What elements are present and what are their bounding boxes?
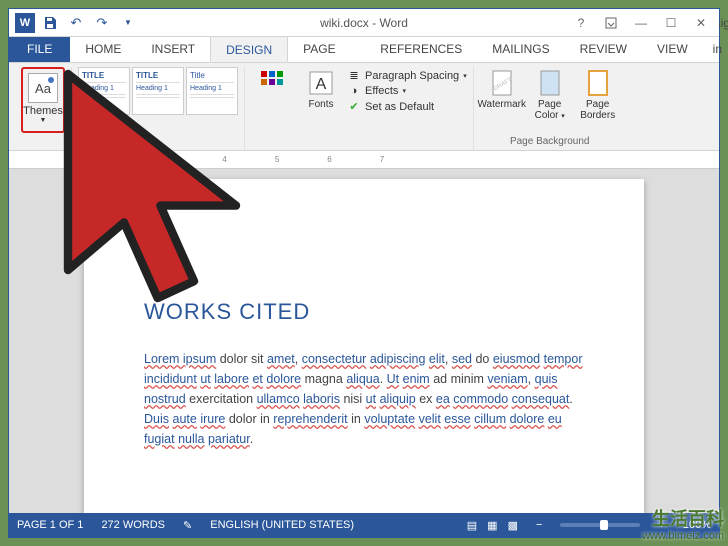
help-button[interactable]: ?: [567, 11, 595, 35]
fonts-icon: A: [305, 67, 337, 99]
web-layout-icon[interactable]: ▩: [508, 519, 518, 532]
colors-icon: [257, 67, 289, 99]
paragraph-spacing-button[interactable]: ≣Paragraph Spacing ▾: [347, 69, 467, 82]
window-controls: ? — ☐ ✕: [567, 11, 719, 35]
tab-review[interactable]: REVIEW: [565, 36, 642, 62]
word-count[interactable]: 272 WORDS: [101, 519, 165, 531]
themes-group: Aa Themes ▼: [15, 67, 72, 150]
document-heading[interactable]: WORKS CITED: [144, 299, 584, 325]
style-gallery[interactable]: TITLEHeading 1 TITLEHeading 1 TitleHeadi…: [78, 67, 238, 115]
gallery-item[interactable]: TITLEHeading 1: [78, 67, 130, 115]
ribbon: Aa Themes ▼ TITLEHeading 1 TITLEHeading …: [9, 63, 719, 151]
paragraph-spacing-icon: ≣: [347, 69, 361, 82]
view-switcher: ▤ ▦ ▩: [467, 519, 518, 532]
ribbon-tabs: FILE HOME INSERT DESIGN PAGE LAYOUT REFE…: [9, 37, 719, 63]
effects-button[interactable]: ◑Effects ▾: [347, 85, 467, 97]
status-bar: PAGE 1 OF 1 272 WORDS ✎ ENGLISH (UNITED …: [9, 513, 719, 537]
effects-icon: ◑: [347, 85, 361, 97]
watermark-icon: DRAFT: [486, 67, 518, 99]
svg-text:A: A: [316, 76, 327, 93]
check-icon: ✔: [347, 100, 361, 113]
tab-mailings[interactable]: MAILINGS: [477, 36, 564, 62]
watermark-button[interactable]: DRAFT Watermark: [480, 67, 524, 110]
page-color-button[interactable]: Page Color ▾: [528, 67, 572, 122]
save-button[interactable]: [39, 12, 61, 34]
page[interactable]: WORKS CITED Lorem ipsum dolor sit amet, …: [84, 179, 644, 513]
document-viewport[interactable]: WORKS CITED Lorem ipsum dolor sit amet, …: [9, 169, 719, 513]
spell-check-icon[interactable]: ✎: [183, 519, 192, 532]
quick-access-toolbar: W ↶ ↷ ▼: [9, 12, 139, 34]
tab-design[interactable]: DESIGN: [210, 36, 288, 62]
qat-customize-button[interactable]: ▼: [117, 12, 139, 34]
minimize-button[interactable]: —: [627, 11, 655, 35]
language-indicator[interactable]: ENGLISH (UNITED STATES): [210, 519, 354, 531]
set-default-button[interactable]: ✔Set as Default: [347, 100, 467, 113]
app-window: W ↶ ↷ ▼ wiki.docx - Word ? — ☐ ✕ FILE HO…: [8, 8, 720, 538]
undo-button[interactable]: ↶: [65, 12, 87, 34]
tab-home[interactable]: HOME: [70, 36, 136, 62]
page-background-group: DRAFT Watermark Page Color ▾ Page Border…: [474, 67, 626, 150]
redo-button[interactable]: ↷: [91, 12, 113, 34]
read-mode-icon[interactable]: ▤: [467, 519, 477, 532]
chevron-down-icon: ▼: [40, 117, 47, 124]
themes-button[interactable]: Aa Themes ▼: [21, 67, 65, 133]
gallery-item[interactable]: TITLEHeading 1: [132, 67, 184, 115]
colors-fonts-group: A Fonts ≣Paragraph Spacing ▾ ◑Effects ▾ …: [245, 67, 474, 150]
page-borders-button[interactable]: Page Borders: [576, 67, 620, 121]
page-indicator[interactable]: PAGE 1 OF 1: [17, 519, 83, 531]
document-formatting-group: TITLEHeading 1 TITLEHeading 1 TitleHeadi…: [72, 67, 245, 150]
page-borders-icon: [582, 67, 614, 99]
maximize-button[interactable]: ☐: [657, 11, 685, 35]
fonts-button[interactable]: A Fonts: [299, 67, 343, 110]
zoom-slider[interactable]: [560, 523, 640, 527]
tab-page-layout[interactable]: PAGE LAYOUT: [288, 36, 365, 62]
titlebar: W ↶ ↷ ▼ wiki.docx - Word ? — ☐ ✕: [9, 9, 719, 37]
window-title: wiki.docx - Word: [320, 16, 408, 30]
gallery-item[interactable]: TitleHeading 1: [186, 67, 238, 115]
print-layout-icon[interactable]: ▦: [487, 519, 497, 532]
colors-button[interactable]: [251, 67, 295, 99]
work-area: 1 2 3 4 5 6 7 WORKS CITED Lorem ipsum do…: [9, 151, 719, 513]
tab-references[interactable]: REFERENCES: [365, 36, 477, 62]
tab-file[interactable]: FILE: [9, 36, 70, 62]
word-icon: W: [15, 13, 35, 33]
page-color-icon: [534, 67, 566, 99]
close-button[interactable]: ✕: [687, 11, 715, 35]
document-body[interactable]: Lorem ipsum dolor sit amet, consectetur …: [144, 349, 584, 449]
image-watermark: 生活百科 www.bimeiz.com: [642, 510, 724, 542]
themes-icon: Aa: [28, 73, 58, 103]
formatting-options: ≣Paragraph Spacing ▾ ◑Effects ▾ ✔Set as …: [347, 67, 467, 113]
horizontal-ruler[interactable]: 1 2 3 4 5 6 7: [9, 151, 719, 169]
tab-insert[interactable]: INSERT: [136, 36, 210, 62]
tab-view[interactable]: VIEW: [642, 36, 703, 62]
zoom-out-button[interactable]: −: [536, 519, 542, 531]
ribbon-collapse-button[interactable]: [597, 11, 625, 35]
